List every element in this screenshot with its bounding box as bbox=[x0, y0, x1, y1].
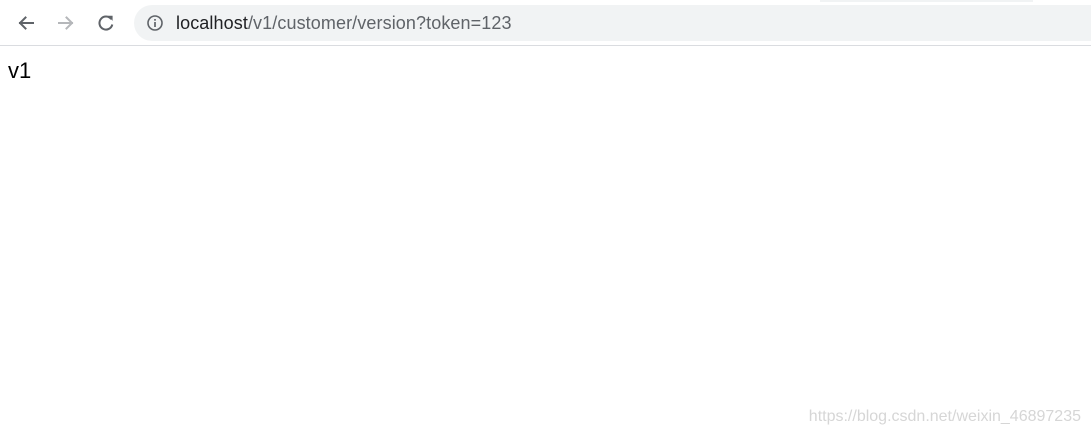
reload-button[interactable] bbox=[90, 7, 122, 39]
browser-toolbar: localhost/v1/customer/version?token=123 bbox=[0, 0, 1091, 46]
address-bar[interactable]: localhost/v1/customer/version?token=123 bbox=[134, 5, 1091, 41]
forward-button[interactable] bbox=[50, 7, 82, 39]
info-circle-icon[interactable] bbox=[146, 14, 164, 32]
page-body-text: v1 bbox=[8, 58, 32, 83]
reload-icon bbox=[96, 13, 116, 33]
url-text[interactable]: localhost/v1/customer/version?token=123 bbox=[176, 13, 512, 34]
watermark-text: https://blog.csdn.net/weixin_46897235 bbox=[808, 408, 1081, 425]
url-path: /v1/customer/version?token=123 bbox=[247, 12, 512, 33]
tab-strip-edge bbox=[820, 0, 1033, 2]
arrow-right-icon bbox=[56, 13, 76, 33]
url-host: localhost bbox=[176, 12, 248, 33]
back-button[interactable] bbox=[10, 7, 42, 39]
arrow-left-icon bbox=[16, 13, 36, 33]
